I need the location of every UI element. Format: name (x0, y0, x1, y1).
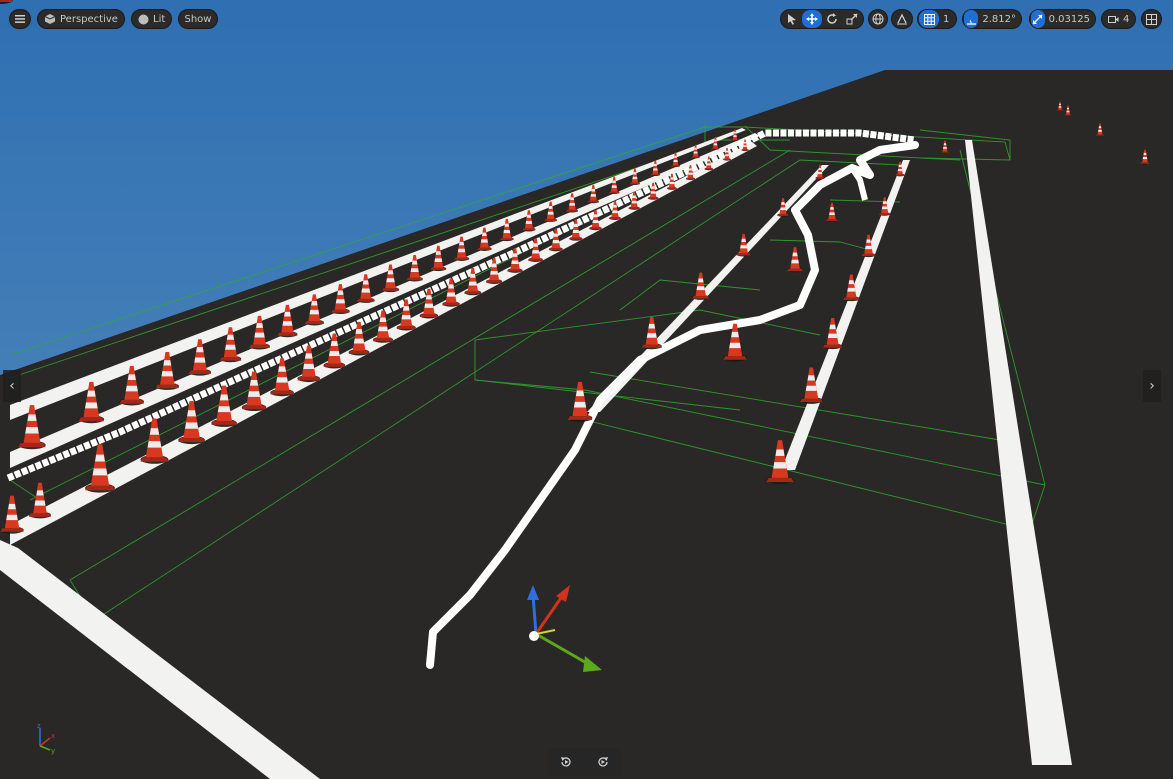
chevron-left-icon: ‹ (9, 378, 15, 394)
scale-snap-control[interactable]: 0.03125 (1029, 9, 1096, 29)
cube-icon (44, 13, 56, 25)
show-flags-label: Show (184, 13, 212, 25)
show-flags-button[interactable]: Show (178, 9, 218, 29)
maximize-viewport-button[interactable] (1141, 9, 1162, 29)
world-local-toggle[interactable] (868, 9, 888, 29)
playback-controls (548, 748, 621, 776)
grid-snap-toggle[interactable] (919, 10, 939, 28)
chevron-right-icon: › (1149, 378, 1155, 394)
rotation-snap-control[interactable]: 2.812° (962, 9, 1022, 29)
surface-snap-button[interactable] (891, 9, 913, 29)
globe-icon (872, 13, 884, 25)
forward-icon (598, 756, 608, 767)
previous-viewport-arrow[interactable]: ‹ (3, 370, 21, 402)
viewport-options-button[interactable] (9, 9, 31, 29)
svg-text:z: z (37, 722, 41, 730)
rotate-mode-button[interactable] (822, 10, 842, 28)
lighting-mode-button[interactable]: Lit (131, 9, 172, 29)
camera-speed-value: 4 (1123, 13, 1130, 25)
rotation-snap-toggle[interactable] (964, 10, 979, 28)
svg-text:y: y (51, 747, 55, 755)
rotation-snap-value: 2.812° (982, 13, 1016, 25)
camera-speed-button[interactable]: 4 (1101, 9, 1136, 29)
grid-snap-control[interactable]: 1 (917, 9, 957, 29)
scale-icon (846, 13, 858, 25)
scale-snap-value: 0.03125 (1048, 13, 1090, 25)
rotate-icon (826, 13, 838, 25)
grid-snap-value: 1 (943, 13, 950, 25)
hamburger-icon (15, 15, 25, 23)
scale-snap-toggle[interactable] (1031, 10, 1045, 28)
viewport-scene[interactable] (0, 0, 1173, 779)
lighting-mode-label: Lit (153, 13, 166, 25)
transform-tools-group (780, 9, 864, 29)
select-mode-button[interactable] (782, 10, 802, 28)
level-viewport[interactable]: Perspective Lit Show 1 2.812° 0.03125 4 … (0, 0, 1173, 779)
rewind-icon (561, 756, 571, 767)
world-axis-indicator: z x y (37, 722, 55, 755)
camera-icon (1108, 15, 1119, 24)
rewind-button[interactable] (560, 753, 572, 772)
view-mode-button[interactable]: Perspective (37, 9, 125, 29)
next-viewport-arrow[interactable]: › (1143, 370, 1161, 402)
scale-arrow-icon (1032, 14, 1043, 25)
scale-mode-button[interactable] (842, 10, 862, 28)
translate-mode-button[interactable] (802, 10, 822, 28)
sphere-icon (138, 14, 149, 25)
cursor-icon (787, 13, 797, 25)
angle-icon (966, 14, 977, 25)
view-mode-label: Perspective (60, 13, 118, 25)
grid-icon (923, 13, 935, 25)
svg-text:x: x (51, 732, 55, 740)
move-icon (806, 13, 818, 25)
maximize-icon (1146, 13, 1157, 25)
surface-snap-icon (896, 13, 908, 25)
forward-button[interactable] (597, 753, 609, 772)
